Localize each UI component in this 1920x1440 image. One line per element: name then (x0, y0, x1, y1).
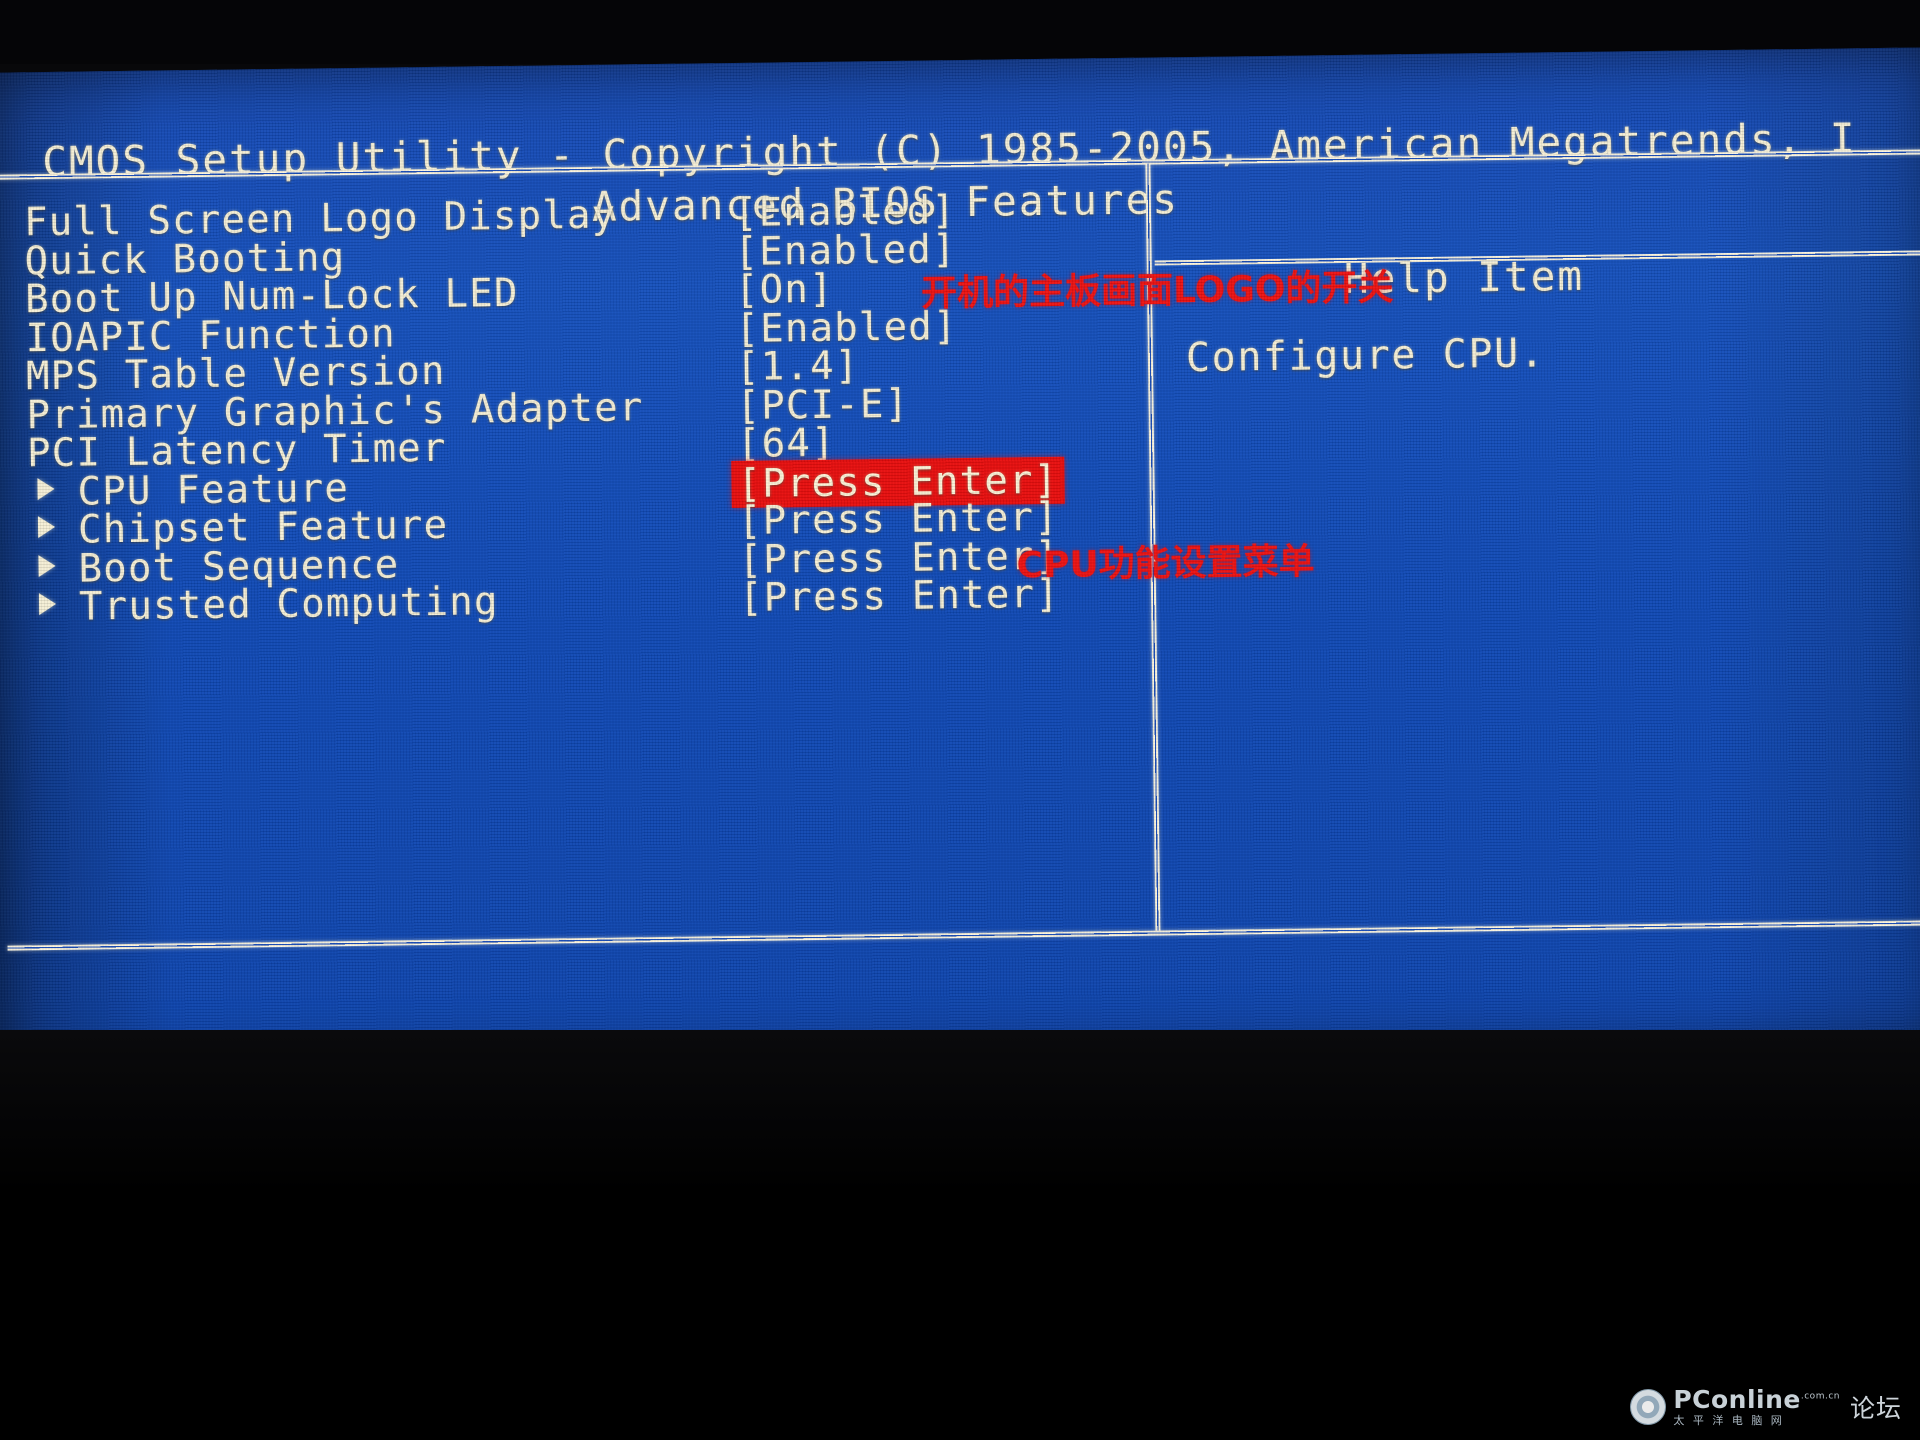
settings-list: Full Screen Logo Display [Enabled] Quick… (24, 186, 1129, 630)
watermark-brand: PConline.com.cn (1673, 1387, 1840, 1412)
watermark: PConline.com.cn 太 平 洋 电 脑 网 论坛 (1630, 1387, 1902, 1426)
submenu-arrow-icon (37, 477, 55, 500)
watermark-brand-domain: .com.cn (1800, 1391, 1840, 1402)
submenu-arrow-icon (38, 554, 56, 577)
setting-label: Trusted Computing (78, 579, 499, 630)
bios-screen-photo: CMOS Setup Utility - Copyright (C) 1985-… (0, 0, 1920, 1440)
watermark-forum: 论坛 (1849, 1393, 1902, 1423)
help-panel-text: Configure CPU. (1185, 330, 1546, 382)
submenu-arrow-icon (37, 515, 56, 539)
annotation-cpu-note: CPU功能设置菜单 (1016, 541, 1315, 587)
bios-screen: CMOS Setup Utility - Copyright (C) 1985-… (0, 47, 1920, 1073)
watermark-tagline: 太 平 洋 电 脑 网 (1673, 1414, 1785, 1427)
annotation-logo-note: 开机的主板画面LOGO的开关 (920, 267, 1394, 315)
photo-bottom-border (0, 1030, 1920, 1440)
pconline-logo: PConline.com.cn 太 平 洋 电 脑 网 (1630, 1387, 1840, 1426)
watermark-brand-text: PConline (1673, 1385, 1801, 1414)
submenu-arrow-icon (38, 592, 57, 616)
disc-icon (1630, 1388, 1667, 1425)
setting-value[interactable]: [Press Enter] (739, 572, 1060, 621)
